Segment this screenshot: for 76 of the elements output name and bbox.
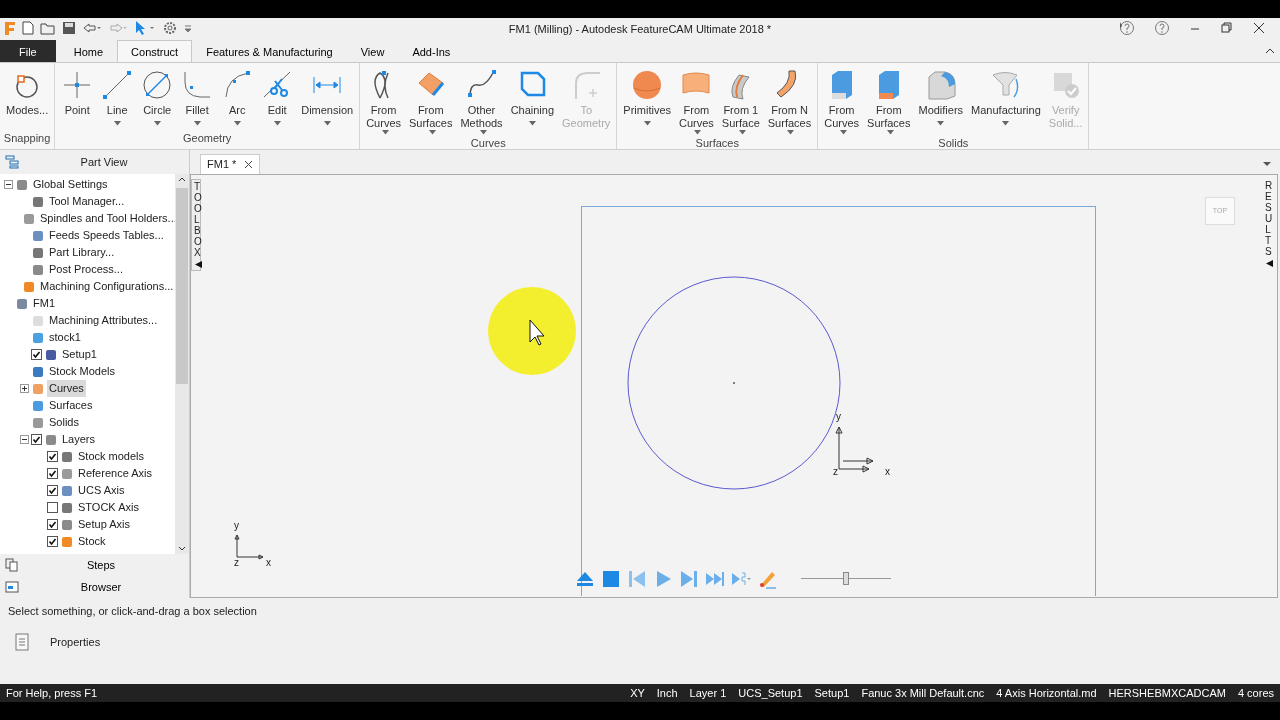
results-tab[interactable]: RESULTS — [1263, 179, 1273, 269]
status-item: 4 cores — [1237, 685, 1274, 701]
ribbon-button[interactable]: Manufacturing — [968, 67, 1044, 135]
axis-label: z — [833, 465, 838, 479]
status-item: HERSHEBMXCADCAM — [1108, 685, 1226, 701]
ribbon-button[interactable]: Line — [98, 67, 137, 130]
ribbon-group-label: Surfaces — [694, 136, 740, 151]
ribbon-tab[interactable]: Features & Manufacturing — [192, 40, 347, 62]
ribbon-button[interactable]: Arc — [218, 67, 257, 130]
tree-item[interactable]: Machining Attributes... — [47, 312, 160, 329]
ribbon-tab[interactable]: Construct — [117, 40, 193, 62]
file-menu-button[interactable]: File — [0, 40, 56, 62]
tree-item[interactable]: FM1 — [31, 295, 57, 312]
ribbon-group-label: Snapping — [3, 130, 52, 146]
document-tab[interactable]: FM1 * — [200, 154, 261, 174]
status-item: Inch — [656, 685, 678, 701]
tree-item[interactable]: Global Settings — [31, 176, 110, 193]
tree-item[interactable]: Curves — [47, 380, 86, 397]
ribbon-button[interactable]: Chaining — [507, 67, 558, 135]
ribbon-button[interactable]: From Curves — [363, 67, 404, 135]
ribbon-tab[interactable]: View — [346, 40, 399, 62]
tree-item[interactable]: Machining Configurations... — [38, 278, 175, 295]
status-item: UCS_Setup1 — [738, 685, 803, 701]
axis-label: z — [234, 556, 239, 570]
ribbon-button[interactable]: Fillet — [178, 67, 217, 130]
status-item: Layer 1 — [689, 685, 727, 701]
ribbon-group-label: Geometry — [182, 130, 233, 146]
tree-item[interactable]: Stock models — [76, 448, 147, 465]
tree-item[interactable]: Setup Axis — [76, 516, 132, 533]
ribbon-button[interactable]: Other Methods — [457, 67, 506, 135]
tree-item[interactable]: Surfaces — [47, 397, 95, 414]
axis-label: x — [885, 465, 890, 479]
tree-item[interactable]: Feeds Speeds Tables... — [47, 227, 166, 244]
ribbon-button[interactable]: Primitives — [620, 67, 674, 135]
ribbon-button[interactable]: From 1 Surface — [718, 67, 763, 135]
ribbon-button[interactable]: From N Surfaces — [764, 67, 815, 135]
properties-tab[interactable]: Properties — [50, 633, 101, 651]
ribbon-button[interactable]: From Curves — [821, 67, 863, 135]
ribbon-button[interactable]: From Surfaces — [864, 67, 914, 135]
tree-item[interactable]: STOCK Axis — [76, 499, 141, 516]
help-hint: For Help, press F1 — [6, 685, 98, 701]
ribbon-button[interactable]: Circle — [138, 67, 177, 130]
tree-item[interactable]: Spindles and Tool Holders... — [38, 210, 175, 227]
status-item: XY — [630, 685, 645, 701]
status-message: Select something, or click-and-drag a box selection — [8, 603, 257, 619]
tree-item[interactable]: UCS Axis — [76, 482, 127, 499]
ribbon-button[interactable]: Modifiers — [915, 67, 967, 135]
axis-label: y — [234, 519, 239, 533]
ribbon-button[interactable]: From Curves — [676, 67, 717, 135]
status-item: Fanuc 3x Mill Default.cnc — [861, 685, 985, 701]
window-title: FM1 (Milling) - Autodesk FeatureCAM Ultimate 2018 * — [508, 23, 772, 35]
tree-item[interactable]: Solids — [47, 414, 81, 431]
tree-item[interactable]: Layers — [60, 431, 98, 448]
ribbon-tab[interactable]: Home — [59, 40, 118, 62]
tree-item[interactable]: stock1 — [47, 329, 83, 346]
tree-item[interactable]: Setup1 — [60, 346, 99, 363]
tree-item[interactable]: Tool Manager... — [47, 193, 127, 210]
ribbon-group-label: Solids — [937, 136, 970, 151]
axis-label: y — [836, 410, 841, 424]
panel-title: Part View — [79, 154, 129, 170]
tree-item[interactable]: Post Process... — [47, 261, 125, 278]
ribbon-group-label: Curves — [469, 136, 507, 151]
axis-label: x — [266, 556, 271, 570]
tree-item[interactable]: Reference Axis — [76, 465, 154, 482]
ribbon-button[interactable]: Modes... — [3, 67, 52, 130]
tree-item[interactable]: Part Library... — [47, 244, 117, 261]
toolbox-tab[interactable]: TOOLBOX — [191, 179, 201, 271]
status-item: Setup1 — [814, 685, 850, 701]
ribbon-button[interactable]: Point — [58, 67, 97, 130]
status-item: 4 Axis Horizontal.md — [996, 685, 1097, 701]
ribbon-tab[interactable]: Add-Ins — [398, 40, 465, 62]
tree-item[interactable]: Stock Models — [47, 363, 118, 380]
ribbon-button[interactable]: Edit — [258, 67, 297, 130]
ribbon-button[interactable]: From Surfaces — [406, 67, 456, 135]
tree-item[interactable]: Stock — [76, 533, 108, 550]
ribbon-button[interactable]: Dimension — [298, 67, 357, 130]
